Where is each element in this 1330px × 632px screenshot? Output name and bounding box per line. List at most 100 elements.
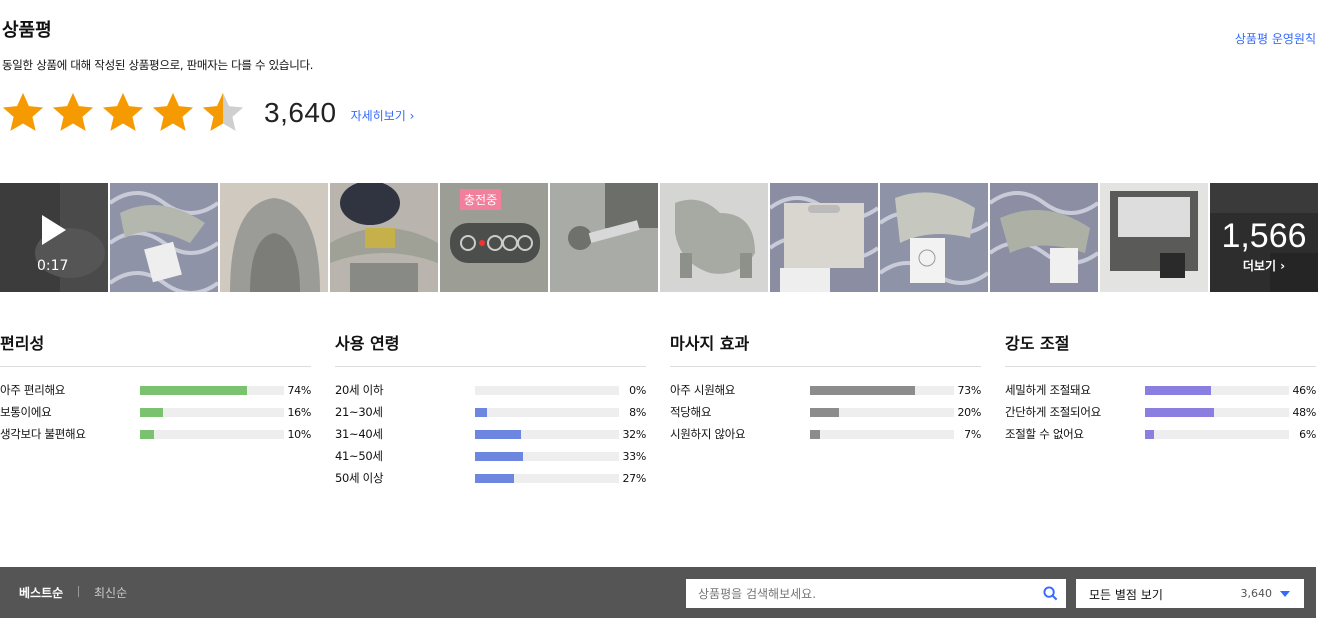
stat-label: 20세 이하 [335,383,384,397]
review-photo[interactable] [330,183,438,292]
stat-bar [1145,407,1289,417]
stat-row: 41~50세 33% [335,445,646,467]
stat-label: 보통이에요 [0,405,52,419]
review-photo[interactable] [770,183,878,292]
review-photo[interactable] [990,183,1098,292]
stat-label: 50세 이상 [335,471,384,485]
stat-percent: 0% [629,383,646,397]
stat-bar-fill [140,407,164,417]
review-photo[interactable] [110,183,218,292]
stat-row: 20세 이하 0% [335,379,646,401]
stat-row: 시원하지 않아요 7% [670,423,981,445]
photo-gallery: 0:17 충전중 1,566 더보기 › [0,183,1318,293]
star-icon [52,92,94,131]
stat-bar [810,385,954,395]
section-subtitle: 동일한 상품에 대해 작성된 상품평으로, 판매자는 다를 수 있습니다. [2,58,314,72]
review-photo[interactable] [660,183,768,292]
stat-label: 세밀하게 조절돼요 [1005,383,1091,397]
stat-bar [475,385,619,395]
play-icon [42,215,66,245]
detail-view-link[interactable]: 자세히보기 › [351,107,415,124]
stat-label: 아주 편리해요 [0,383,66,397]
stat-title: 마사지 효과 [670,330,981,367]
stat-label: 조절할 수 없어요 [1005,427,1084,441]
video-thumbnail[interactable]: 0:17 [0,183,108,292]
stat-bar [1145,429,1289,439]
review-photo[interactable] [550,183,658,292]
stat-bar [140,407,284,417]
stat-label: 아주 시원해요 [670,383,736,397]
review-search-box [686,579,1066,608]
stat-label: 41~50세 [335,449,383,463]
stat-label: 21~30세 [335,405,383,419]
sort-divider [78,586,79,597]
stat-bar [1145,385,1289,395]
review-search-input[interactable] [686,579,1026,608]
review-photo[interactable] [880,183,988,292]
stat-title: 사용 연령 [335,330,646,367]
stat-bar-fill [475,407,487,417]
stat-block-intensity: 강도 조절 세밀하게 조절돼요 46% 간단하게 조절되어요 48% 조절할 수… [1005,330,1316,489]
rating-summary: 3,640 자세히보기 › [0,88,414,138]
review-policy-link[interactable]: 상품평 운영원칙 [1235,30,1316,47]
stat-block-convenience: 편리성 아주 편리해요 74% 보통이에요 16% 생각보다 불편해요 10% [0,330,311,489]
review-photo[interactable] [220,183,328,292]
filter-count: 3,640 [1240,587,1273,600]
stat-bar-fill [1145,407,1215,417]
review-photo[interactable] [1100,183,1208,292]
stat-percent: 33% [622,449,646,463]
stat-percent: 20% [957,405,981,419]
sort-best-button[interactable]: 베스트순 [19,584,63,601]
stat-bar [475,473,619,483]
stat-percent: 8% [629,405,646,419]
stat-row: 아주 시원해요 73% [670,379,981,401]
star-icon [2,92,44,131]
more-label: 더보기 › [1242,259,1286,273]
stat-row: 간단하게 조절되어요 48% [1005,401,1316,423]
chevron-down-icon [1280,591,1290,597]
stat-bar [140,429,284,439]
stat-bar [475,407,619,417]
stat-bar [810,429,954,439]
stat-bar [140,385,284,395]
stat-percent: 7% [964,427,981,441]
star-icon [152,92,194,131]
more-photos-button[interactable]: 1,566 더보기 › [1210,183,1318,292]
stat-percent: 46% [1292,383,1316,397]
review-photo[interactable]: 충전중 [440,183,548,292]
stat-bar [475,429,619,439]
stat-row: 보통이에요 16% [0,401,311,423]
stat-percent: 74% [287,383,311,397]
stat-row: 50세 이상 27% [335,467,646,489]
stat-bar-fill [810,429,821,439]
stat-bar-fill [1145,385,1212,395]
search-icon[interactable] [1043,586,1058,601]
stat-bar-fill [475,451,523,461]
stat-label: 시원하지 않아요 [670,427,746,441]
stat-row: 적당해요 20% [670,401,981,423]
stat-title: 편리성 [0,330,311,367]
stat-percent: 6% [1299,427,1316,441]
stat-percent: 48% [1292,405,1316,419]
photo-count: 1,566 [1221,217,1307,255]
stat-row: 세밀하게 조절돼요 46% [1005,379,1316,401]
star-rating [0,90,246,136]
stat-label: 간단하게 조절되어요 [1005,405,1101,419]
stat-percent: 16% [287,405,311,419]
stat-label: 생각보다 불편해요 [0,427,86,441]
rating-filter-select[interactable]: 모든 별점 보기 3,640 [1076,579,1304,608]
sort-recent-button[interactable]: 최신순 [94,584,127,601]
stat-percent: 73% [957,383,981,397]
stat-bar-fill [140,385,247,395]
stat-row: 아주 편리해요 74% [0,379,311,401]
stat-bar-fill [140,429,155,439]
stat-block-massage-effect: 마사지 효과 아주 시원해요 73% 적당해요 20% 시원하지 않아요 7% [670,330,981,489]
stat-label: 적당해요 [670,405,712,419]
filter-label: 모든 별점 보기 [1089,588,1163,602]
stat-percent: 32% [622,427,646,441]
stat-bar-fill [475,429,522,439]
stat-block-age: 사용 연령 20세 이하 0% 21~30세 8% 31~40세 32% 41~… [335,330,646,489]
star-icon [102,92,144,131]
survey-stats: 편리성 아주 편리해요 74% 보통이에요 16% 생각보다 불편해요 10% [0,330,1316,489]
stat-label: 31~40세 [335,427,383,441]
